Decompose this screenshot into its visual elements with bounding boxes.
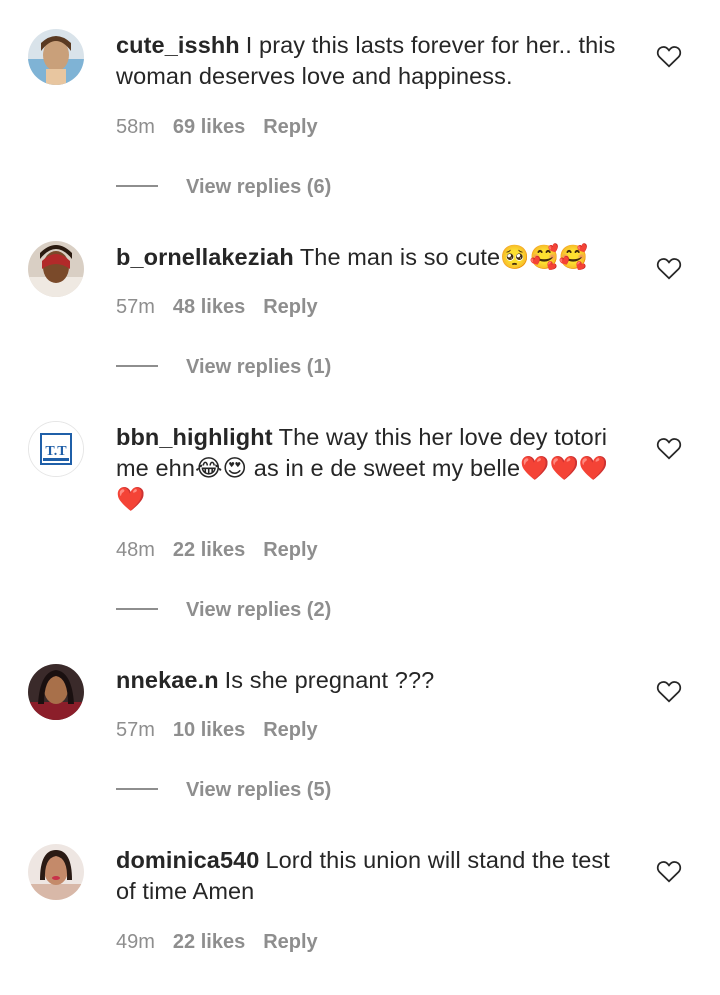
view-replies-button[interactable]: View replies (6) <box>116 175 331 199</box>
comment-meta: 57m 48 likes Reply <box>116 295 336 319</box>
view-replies-label: View replies (6) <box>186 176 332 198</box>
comment-likes[interactable]: 48 likes <box>173 296 245 318</box>
view-replies-label: View replies (1) <box>186 356 332 378</box>
comment-likes[interactable]: 10 likes <box>173 719 245 741</box>
reply-button[interactable]: Reply <box>263 931 317 953</box>
reply-button[interactable]: Reply <box>263 116 317 138</box>
avatar[interactable] <box>28 844 84 900</box>
avatar-logo-text: T.T <box>45 444 67 459</box>
comment-username[interactable]: nnekae.n <box>116 667 219 693</box>
comment-text: b_ornellakeziah The man is so cute🥺🥰🥰 <box>116 242 636 273</box>
comment-meta: 48m 22 likes Reply <box>116 538 336 562</box>
comment-time: 48m <box>116 539 155 561</box>
avatar[interactable] <box>28 241 84 297</box>
comment-text: dominica540 Lord this union will stand th… <box>116 845 636 907</box>
comment-text: nnekae.n Is she pregnant ??? <box>116 665 636 696</box>
comment-body: The man is so cute🥺🥰🥰 <box>299 244 589 270</box>
comment-body: Is she pregnant ??? <box>224 667 435 693</box>
comment-username[interactable]: bbn_highlight <box>116 424 273 450</box>
comment-time: 49m <box>116 931 155 953</box>
like-heart-icon[interactable] <box>656 44 682 68</box>
avatar[interactable]: T.T <box>28 421 84 477</box>
reply-button[interactable]: Reply <box>263 296 317 318</box>
like-heart-icon[interactable] <box>656 436 682 460</box>
avatar[interactable] <box>28 29 84 85</box>
view-replies-button[interactable]: View replies (5) <box>116 778 331 802</box>
comment-likes[interactable]: 69 likes <box>173 116 245 138</box>
replies-divider-line <box>116 365 158 367</box>
comment-text: cute_isshh I pray this lasts forever for … <box>116 30 636 92</box>
comment-meta: 57m 10 likes Reply <box>116 718 336 742</box>
comment-meta: 58m 69 likes Reply <box>116 115 336 139</box>
avatar[interactable] <box>28 664 84 720</box>
comment-username[interactable]: b_ornellakeziah <box>116 244 294 270</box>
like-heart-icon[interactable] <box>656 679 682 703</box>
replies-divider-line <box>116 185 158 187</box>
comment-meta: 49m 22 likes Reply <box>116 930 336 954</box>
comment-likes[interactable]: 22 likes <box>173 931 245 953</box>
comment-username[interactable]: dominica540 <box>116 847 259 873</box>
view-replies-label: View replies (2) <box>186 599 332 621</box>
comment-username[interactable]: cute_isshh <box>116 32 240 58</box>
replies-divider-line <box>116 788 158 790</box>
comment-time: 57m <box>116 719 155 741</box>
reply-button[interactable]: Reply <box>263 539 317 561</box>
view-replies-button[interactable]: View replies (1) <box>116 355 331 379</box>
comment-likes[interactable]: 22 likes <box>173 539 245 561</box>
comment-text: bbn_highlight The way this her love dey t… <box>116 422 636 515</box>
view-replies-label: View replies (5) <box>186 779 332 801</box>
comment-time: 57m <box>116 296 155 318</box>
comment-time: 58m <box>116 116 155 138</box>
like-heart-icon[interactable] <box>656 859 682 883</box>
reply-button[interactable]: Reply <box>263 719 317 741</box>
replies-divider-line <box>116 608 158 610</box>
like-heart-icon[interactable] <box>656 256 682 280</box>
view-replies-button[interactable]: View replies (2) <box>116 598 331 622</box>
